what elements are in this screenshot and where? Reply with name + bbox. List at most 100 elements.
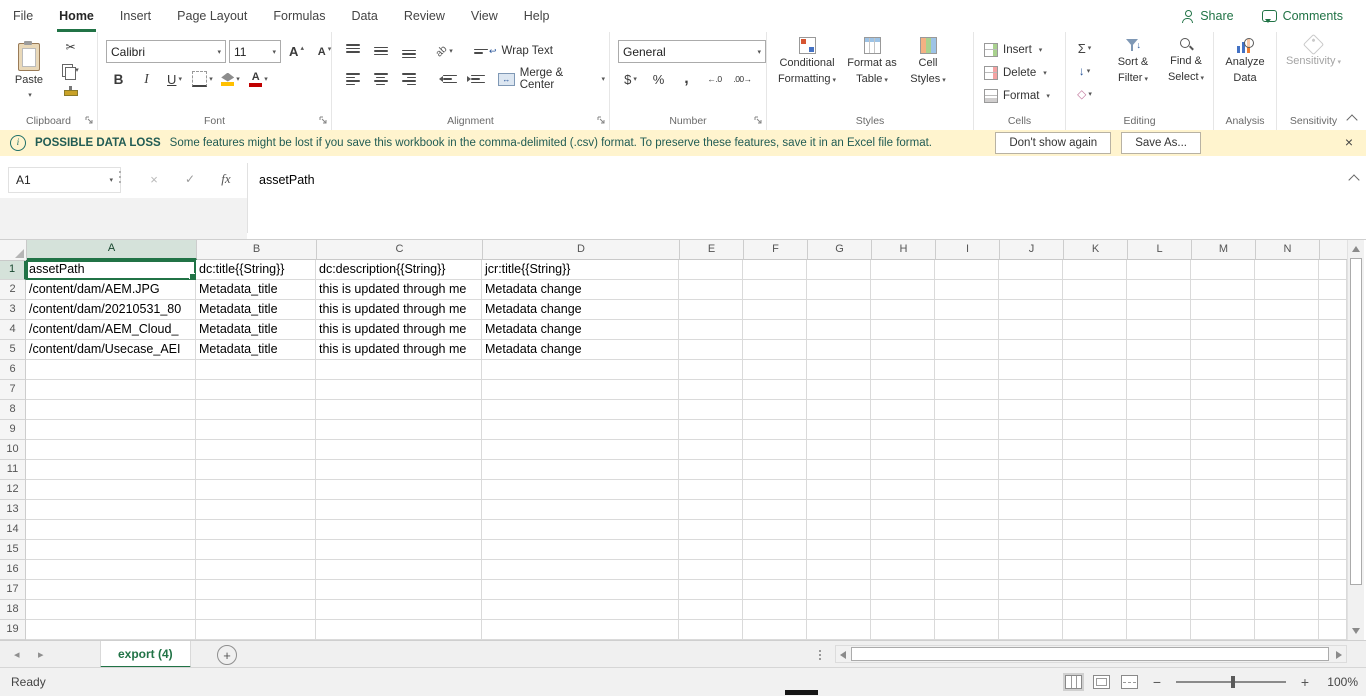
cell-B6[interactable] bbox=[196, 360, 316, 380]
horizontal-scroll-thumb[interactable] bbox=[851, 647, 1329, 661]
bold-button[interactable]: B bbox=[106, 68, 131, 90]
cell-H4[interactable] bbox=[871, 320, 935, 340]
cell-E15[interactable] bbox=[679, 540, 743, 560]
cell-partial-8[interactable] bbox=[1319, 400, 1347, 420]
decrease-indent-button[interactable] bbox=[432, 68, 457, 90]
cell-I4[interactable] bbox=[935, 320, 999, 340]
row-header-4[interactable]: 4 bbox=[0, 320, 26, 340]
save-as-button[interactable]: Save As... bbox=[1121, 132, 1201, 154]
cell-F5[interactable] bbox=[743, 340, 807, 360]
cell-F13[interactable] bbox=[743, 500, 807, 520]
format-cells-button[interactable]: Format ▾ bbox=[984, 86, 1050, 106]
cell-L13[interactable] bbox=[1127, 500, 1191, 520]
cell-E18[interactable] bbox=[679, 600, 743, 620]
zoom-in-button[interactable]: + bbox=[1297, 674, 1313, 690]
row-header-16[interactable]: 16 bbox=[0, 560, 26, 580]
cell-D17[interactable] bbox=[482, 580, 679, 600]
row-header-14[interactable]: 14 bbox=[0, 520, 26, 540]
cell-K14[interactable] bbox=[1063, 520, 1127, 540]
cell-N16[interactable] bbox=[1255, 560, 1319, 580]
cell-M16[interactable] bbox=[1191, 560, 1255, 580]
increase-font-button[interactable]: A ▴ bbox=[284, 41, 309, 63]
align-top-button[interactable] bbox=[340, 40, 365, 62]
cell-E9[interactable] bbox=[679, 420, 743, 440]
new-sheet-button[interactable]: + bbox=[217, 645, 237, 665]
cell-partial-10[interactable] bbox=[1319, 440, 1347, 460]
cell-J1[interactable] bbox=[999, 260, 1063, 280]
cell-N10[interactable] bbox=[1255, 440, 1319, 460]
cell-L3[interactable] bbox=[1127, 300, 1191, 320]
cell-K12[interactable] bbox=[1063, 480, 1127, 500]
merge-center-button[interactable]: ↔ Merge & Center ▾ bbox=[494, 67, 609, 91]
cell-I10[interactable] bbox=[935, 440, 999, 460]
cell-E6[interactable] bbox=[679, 360, 743, 380]
cell-D14[interactable] bbox=[482, 520, 679, 540]
column-header-B[interactable]: B bbox=[197, 240, 317, 260]
cell-H9[interactable] bbox=[871, 420, 935, 440]
cancel-icon[interactable]: × bbox=[142, 168, 166, 190]
row-header-7[interactable]: 7 bbox=[0, 380, 26, 400]
cell-M10[interactable] bbox=[1191, 440, 1255, 460]
cell-H2[interactable] bbox=[871, 280, 935, 300]
cell-partial-16[interactable] bbox=[1319, 560, 1347, 580]
row-header-2[interactable]: 2 bbox=[0, 280, 26, 300]
cell-G10[interactable] bbox=[807, 440, 871, 460]
cell-M12[interactable] bbox=[1191, 480, 1255, 500]
cell-G11[interactable] bbox=[807, 460, 871, 480]
cell-B18[interactable] bbox=[196, 600, 316, 620]
clear-button[interactable]: ◇ ▾ bbox=[1072, 83, 1097, 105]
paste-button[interactable]: Paste ▾ bbox=[6, 38, 52, 121]
cell-I14[interactable] bbox=[935, 520, 999, 540]
cell-J14[interactable] bbox=[999, 520, 1063, 540]
cell-A1[interactable]: assetPath bbox=[26, 260, 196, 280]
cell-M19[interactable] bbox=[1191, 620, 1255, 640]
row-header-5[interactable]: 5 bbox=[0, 340, 26, 360]
cell-partial-4[interactable] bbox=[1319, 320, 1347, 340]
cell-A9[interactable] bbox=[26, 420, 196, 440]
cell-partial-9[interactable] bbox=[1319, 420, 1347, 440]
row-header-18[interactable]: 18 bbox=[0, 600, 26, 620]
cell-B5[interactable]: Metadata_title bbox=[196, 340, 316, 360]
comma-style-button[interactable]: , bbox=[674, 68, 699, 90]
cell-G15[interactable] bbox=[807, 540, 871, 560]
cell-B16[interactable] bbox=[196, 560, 316, 580]
cell-G1[interactable] bbox=[807, 260, 871, 280]
cell-partial-2[interactable] bbox=[1319, 280, 1347, 300]
enter-icon[interactable]: ✓ bbox=[178, 168, 202, 190]
cell-A4[interactable]: /content/dam/AEM_Cloud_ bbox=[26, 320, 196, 340]
cell-C17[interactable] bbox=[316, 580, 482, 600]
cell-C2[interactable]: this is updated through me bbox=[316, 280, 482, 300]
scroll-up-icon[interactable] bbox=[1352, 246, 1360, 252]
currency-button[interactable]: $ ▾ bbox=[618, 68, 643, 90]
cell-K19[interactable] bbox=[1063, 620, 1127, 640]
cell-E3[interactable] bbox=[679, 300, 743, 320]
cell-I9[interactable] bbox=[935, 420, 999, 440]
share-button[interactable]: Share bbox=[1172, 6, 1242, 26]
cell-C7[interactable] bbox=[316, 380, 482, 400]
zoom-out-button[interactable]: − bbox=[1149, 674, 1165, 690]
cell-A2[interactable]: /content/dam/AEM.JPG bbox=[26, 280, 196, 300]
cell-L16[interactable] bbox=[1127, 560, 1191, 580]
cell-L2[interactable] bbox=[1127, 280, 1191, 300]
cell-C6[interactable] bbox=[316, 360, 482, 380]
cell-N8[interactable] bbox=[1255, 400, 1319, 420]
cell-J19[interactable] bbox=[999, 620, 1063, 640]
row-header-17[interactable]: 17 bbox=[0, 580, 26, 600]
fill-button[interactable]: ↓ ▾ bbox=[1072, 60, 1097, 82]
cell-J10[interactable] bbox=[999, 440, 1063, 460]
cell-I2[interactable] bbox=[935, 280, 999, 300]
cell-I18[interactable] bbox=[935, 600, 999, 620]
zoom-slider-thumb[interactable] bbox=[1231, 676, 1235, 688]
cell-J2[interactable] bbox=[999, 280, 1063, 300]
cell-F10[interactable] bbox=[743, 440, 807, 460]
scroll-left-icon[interactable] bbox=[840, 651, 846, 659]
cell-M15[interactable] bbox=[1191, 540, 1255, 560]
cell-N9[interactable] bbox=[1255, 420, 1319, 440]
cell-F1[interactable] bbox=[743, 260, 807, 280]
font-dialog-launcher[interactable] bbox=[318, 115, 328, 125]
cell-G19[interactable] bbox=[807, 620, 871, 640]
cell-H3[interactable] bbox=[871, 300, 935, 320]
cell-K7[interactable] bbox=[1063, 380, 1127, 400]
cell-F3[interactable] bbox=[743, 300, 807, 320]
cell-D8[interactable] bbox=[482, 400, 679, 420]
